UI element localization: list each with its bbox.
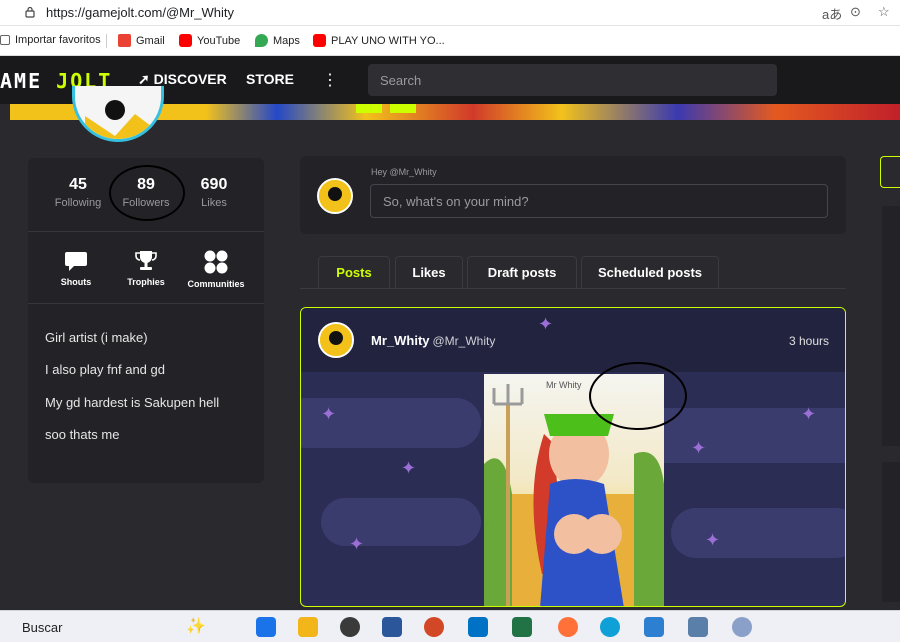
url-text[interactable]: https://gamejolt.com/@Mr_Whity [46, 5, 234, 20]
sparkle-icon: ✦ [705, 530, 721, 550]
search-box [368, 64, 777, 96]
bio-line: soo thats me [45, 427, 120, 442]
excel-icon[interactable] [512, 617, 532, 637]
communities-button[interactable]: Communities [178, 250, 254, 289]
store-link[interactable]: STORE [246, 71, 294, 87]
post-time: 3 hours [788, 334, 829, 348]
tab-likes[interactable]: Likes [395, 256, 463, 289]
tab-draft-posts[interactable]: Draft posts [467, 256, 577, 289]
media-player-icon[interactable] [340, 617, 360, 637]
gmail-icon [118, 34, 131, 47]
os-taskbar: Buscar ✨ [0, 610, 900, 642]
banner-badge [390, 104, 416, 113]
compass-icon: ➚ [138, 71, 150, 87]
bookmark-separator [106, 34, 107, 48]
speech-bubble-icon [65, 252, 87, 271]
avatar-art-icon [320, 324, 352, 356]
bio-line: My gd hardest is Sakupen hell [45, 395, 220, 410]
banner-badge [356, 104, 382, 113]
right-action-button[interactable] [880, 156, 900, 188]
right-sidebar-card [882, 462, 900, 602]
post-composer: Hey @Mr_Whity [300, 156, 846, 234]
post-card[interactable]: Mr_Whity @Mr_Whity 3 hours ✦ ✦ ✦ ✦ ✦ ✦ ✦ … [300, 307, 846, 607]
shouts-button[interactable]: Shouts [38, 250, 114, 287]
bio-line: Girl artist (i make) [45, 330, 148, 345]
word-icon[interactable] [382, 617, 402, 637]
youtube-icon [313, 34, 326, 47]
tab-posts[interactable]: Posts [318, 256, 390, 290]
browser-address-bar: https://gamejolt.com/@Mr_Whity aあ ⊙ ☆ [0, 0, 900, 26]
avatar-art-icon [75, 86, 161, 139]
likes-stat[interactable]: 690 Likes [179, 176, 249, 209]
trophy-icon [135, 251, 157, 270]
hand-drawn-note [589, 362, 687, 430]
bookmark-uno[interactable]: PLAY UNO WITH YO... [313, 34, 445, 47]
artwork-signature: Mr Whity [546, 380, 582, 390]
bio-line: I also play fnf and gd [45, 362, 165, 377]
sparkle-icon: ✦ [349, 534, 365, 554]
bookmarks-bar: Importar favoritos Gmail YouTube Maps PL… [0, 26, 900, 56]
edge-icon[interactable] [600, 617, 620, 637]
sparkle-icon: ✦ [401, 458, 417, 478]
powerpoint-icon[interactable] [424, 617, 444, 637]
import-icon [0, 35, 10, 45]
post-author[interactable]: Mr_Whity @Mr_Whity [371, 333, 495, 348]
tab-scheduled-posts[interactable]: Scheduled posts [581, 256, 719, 289]
background-cloud [321, 498, 481, 546]
firefox-icon[interactable] [558, 617, 578, 637]
sparkle-icon: ✦ [538, 314, 554, 334]
right-sidebar-card [882, 206, 900, 446]
search-input[interactable] [368, 64, 777, 96]
trophies-button[interactable]: Trophies [108, 250, 184, 287]
paint-icon[interactable] [732, 617, 752, 637]
composer-box [370, 184, 828, 218]
background-cloud [671, 508, 845, 558]
sparkle-icon: ✦ [801, 404, 817, 424]
author-avatar[interactable] [318, 322, 354, 358]
bookmark-import[interactable]: Importar favoritos [0, 34, 101, 46]
post-handle: @Mr_Whity [432, 334, 496, 348]
following-stat[interactable]: 45 Following [43, 176, 113, 209]
microsoft-store-icon[interactable] [256, 617, 276, 637]
hand-drawn-circle [109, 165, 185, 221]
profile-avatar[interactable] [72, 86, 164, 142]
post-header: Mr_Whity @Mr_Whity 3 hours [301, 308, 845, 372]
sparkle-icon: ✨ [186, 618, 206, 635]
bookmark-gmail[interactable]: Gmail [118, 34, 165, 47]
user-avatar[interactable] [317, 178, 353, 214]
more-menu-icon[interactable]: ⋮ [322, 70, 338, 90]
composer-greeting: Hey @Mr_Whity [371, 167, 437, 177]
youtube-icon [179, 34, 192, 47]
app-icon[interactable] [644, 617, 664, 637]
tabs-underline [300, 288, 846, 289]
bookmark-youtube[interactable]: YouTube [179, 34, 240, 47]
file-explorer-icon[interactable] [298, 617, 318, 637]
communities-icon [204, 250, 228, 274]
divider [28, 303, 264, 304]
composer-input[interactable] [371, 185, 827, 217]
taskbar-search[interactable]: Buscar ✨ [0, 611, 240, 642]
sparkle-icon: ✦ [691, 438, 707, 458]
maps-icon [255, 34, 268, 47]
read-aloud-icon[interactable]: aあ [822, 4, 842, 23]
more-options-icon[interactable]: ⊙ [850, 4, 861, 20]
bookmark-maps[interactable]: Maps [255, 34, 300, 47]
favorites-icon[interactable]: ☆ [878, 4, 890, 20]
avatar-art-icon [319, 180, 351, 212]
divider [28, 231, 264, 232]
app-icon[interactable] [688, 617, 708, 637]
outlook-icon[interactable] [468, 617, 488, 637]
sparkle-icon: ✦ [321, 404, 337, 424]
lock-icon [25, 6, 35, 18]
profile-stats-card: 45 Following 89 Followers 690 Likes Shou… [28, 158, 264, 483]
